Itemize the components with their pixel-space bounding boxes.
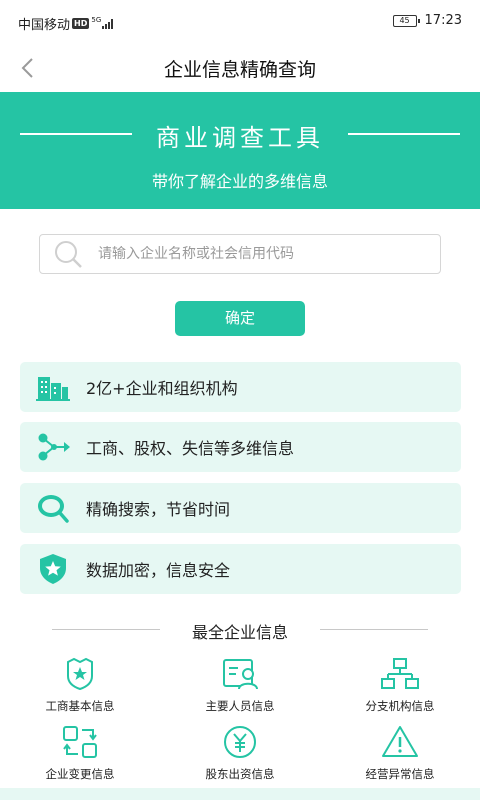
page-title: 企业信息精确查询	[163, 59, 316, 81]
hero-subtitle: 带你了解企业的多维信息	[151, 172, 328, 191]
grid-item-key-personnel[interactable]: 主要人员信息	[160, 656, 320, 720]
buildings-icon	[36, 370, 70, 404]
badge-icon	[67, 657, 93, 691]
search-chat-icon	[36, 491, 70, 525]
feature-card-security: 数据加密，信息安全	[20, 544, 461, 594]
hd-badge: HD	[72, 18, 90, 29]
feature-card-dimensions: 工商、股权、失信等多维信息	[20, 422, 461, 472]
status-bar: 中国移动 HD 5G 45 17:23	[0, 0, 480, 46]
nav-bar: 企业信息精确查询	[0, 46, 480, 92]
grid-item-branches[interactable]: 分支机构信息	[320, 656, 480, 720]
grid-label: 企业变更信息	[45, 767, 115, 781]
grid-label: 工商基本信息	[45, 699, 115, 713]
grid-label: 股东出资信息	[205, 767, 275, 781]
org-chart-icon	[381, 658, 419, 689]
hero-banner: 商业调查工具 带你了解企业的多维信息	[0, 92, 480, 209]
grid-label: 主要人员信息	[205, 699, 275, 713]
yen-circle-icon	[224, 726, 256, 758]
network-type: 5G	[91, 15, 102, 24]
clock: 17:23	[424, 13, 462, 28]
grid-label: 分支机构信息	[365, 699, 435, 713]
status-right: 45 17:23	[392, 13, 462, 28]
battery-level: 45	[399, 15, 410, 25]
confirm-button[interactable]: 确定	[175, 301, 305, 336]
grid-item-shareholders[interactable]: 股东出资信息	[160, 724, 320, 788]
carrier-info: 中国移动 HD 5G	[18, 14, 114, 33]
grid-item-anomalies[interactable]: 经营异常信息	[320, 724, 480, 788]
swap-icon	[63, 726, 97, 758]
carrier-name: 中国移动	[18, 18, 71, 33]
section-title: 最全企业信息	[191, 623, 288, 642]
bottom-card-edge	[0, 788, 480, 800]
battery-icon: 45	[392, 14, 420, 27]
search-icon	[55, 241, 82, 268]
section-heading: 最全企业信息	[0, 616, 480, 644]
feature-label: 2亿+企业和组织机构	[86, 379, 238, 398]
warning-triangle-icon	[382, 726, 418, 757]
feature-card-search: 精确搜索，节省时间	[20, 483, 461, 533]
feature-label: 工商、股权、失信等多维信息	[86, 439, 295, 458]
grid-label: 经营异常信息	[365, 767, 435, 781]
app-screen: 中国移动 HD 5G 45 17:23 企业信息精确查询 商业调查工具 带你了解…	[0, 0, 480, 800]
feature-label: 数据加密，信息安全	[86, 561, 231, 580]
search-box[interactable]	[39, 234, 441, 274]
feature-card-scale: 2亿+企业和组织机构	[20, 362, 461, 412]
id-card-icon	[223, 659, 258, 690]
grid-item-changes[interactable]: 企业变更信息	[0, 724, 160, 788]
hero-title: 商业调查工具	[156, 124, 324, 152]
signal-icon	[102, 18, 114, 29]
feature-label: 精确搜索，节省时间	[86, 500, 231, 519]
share-nodes-icon	[36, 430, 70, 464]
shield-star-icon	[36, 552, 70, 586]
grid-item-basic-info[interactable]: 工商基本信息	[0, 656, 160, 720]
search-input[interactable]	[98, 246, 440, 262]
